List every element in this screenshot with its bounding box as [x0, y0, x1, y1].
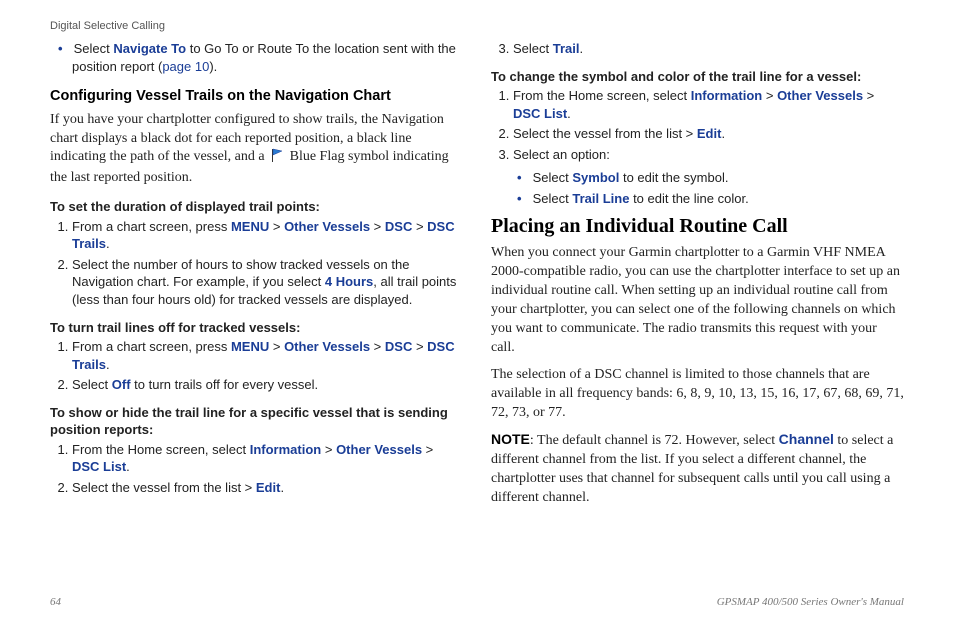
menu-link: MENU	[231, 219, 269, 234]
text: >	[370, 219, 385, 234]
edit-link: Edit	[256, 480, 281, 495]
task-title-show-hide: To show or hide the trail line for a spe…	[50, 404, 463, 439]
footer: 64 GPSMAP 400/500 Series Owner's Manual	[50, 596, 904, 608]
intro-paragraph: If you have your chartplotter configured…	[50, 111, 463, 189]
bullet-symbol: Select Symbol to edit the symbol.	[531, 169, 904, 187]
blue-flag-icon	[270, 148, 284, 169]
heading-config-trails: Configuring Vessel Trails on the Navigat…	[50, 87, 463, 107]
dsc-link: DSC	[385, 219, 412, 234]
step: From a chart screen, press MENU > Other …	[72, 218, 463, 253]
text: From the Home screen, select	[72, 442, 250, 457]
channel-link: Channel	[779, 431, 834, 447]
paragraph-routine-intro: When you connect your Garmin chartplotte…	[491, 244, 904, 357]
text: to turn trails off for every vessel.	[131, 377, 319, 392]
bullet-trail-line: Select Trail Line to edit the line color…	[531, 190, 904, 208]
off-link: Off	[112, 377, 131, 392]
menu-link: MENU	[231, 339, 269, 354]
text: From a chart screen, press	[72, 219, 231, 234]
text: >	[269, 339, 284, 354]
text: Select	[74, 41, 114, 56]
text: to edit the symbol.	[619, 170, 728, 185]
step: Select Trail.	[513, 40, 904, 58]
other-vessels-link: Other Vessels	[284, 219, 370, 234]
text: .	[106, 357, 110, 372]
columns: Select Navigate To to Go To or Route To …	[50, 38, 904, 592]
task-title-turn-off: To turn trail lines off for tracked vess…	[50, 319, 463, 337]
trail-link: Trail	[553, 41, 580, 56]
dsc-link: DSC	[385, 339, 412, 354]
section-header: Digital Selective Calling	[50, 20, 904, 32]
text: >	[412, 339, 427, 354]
text: From the Home screen, select	[513, 88, 691, 103]
step: Select an option:	[513, 146, 904, 164]
text: Select	[513, 41, 553, 56]
paragraph-channels: The selection of a DSC channel is limite…	[491, 366, 904, 423]
step: Select the vessel from the list > Edit.	[72, 479, 463, 497]
trail-line-link: Trail Line	[572, 191, 629, 206]
text: .	[721, 126, 725, 141]
dsc-list-link: DSC List	[72, 459, 126, 474]
manual-title: GPSMAP 400/500 Series Owner's Manual	[717, 596, 904, 608]
heading-routine-call: Placing an Individual Routine Call	[491, 213, 904, 240]
other-vessels-link: Other Vessels	[284, 339, 370, 354]
page: Digital Selective Calling Select Navigat…	[0, 0, 954, 618]
text: Select the vessel from the list >	[513, 126, 697, 141]
information-link: Information	[250, 442, 322, 457]
step: Select the vessel from the list > Edit.	[513, 125, 904, 143]
step: From the Home screen, select Information…	[513, 87, 904, 122]
left-column: Select Navigate To to Go To or Route To …	[50, 38, 463, 592]
text: .	[580, 41, 584, 56]
text: .	[126, 459, 130, 474]
text: >	[321, 442, 336, 457]
text: .	[106, 236, 110, 251]
text: >	[762, 88, 777, 103]
text: From a chart screen, press	[72, 339, 231, 354]
bullet-navigate-to: Select Navigate To to Go To or Route To …	[72, 40, 463, 75]
page-number: 64	[50, 596, 61, 608]
note-label: NOTE	[491, 431, 530, 447]
other-vessels-link: Other Vessels	[777, 88, 863, 103]
text: ).	[209, 59, 217, 74]
four-hours-link: 4 Hours	[325, 274, 373, 289]
right-column: Select Trail. To change the symbol and c…	[491, 38, 904, 592]
dsc-list-link: DSC List	[513, 106, 567, 121]
text: >	[863, 88, 874, 103]
text: Select	[533, 170, 573, 185]
text: Select	[533, 191, 573, 206]
information-link: Information	[691, 88, 763, 103]
step: From a chart screen, press MENU > Other …	[72, 338, 463, 373]
text: >	[412, 219, 427, 234]
page-ref-link[interactable]: page 10	[162, 59, 209, 74]
text: : The default channel is 72. However, se…	[530, 433, 779, 448]
text: to edit the line color.	[629, 191, 748, 206]
edit-link: Edit	[697, 126, 722, 141]
navigate-to-link: Navigate To	[113, 41, 186, 56]
symbol-link: Symbol	[572, 170, 619, 185]
text: Select the vessel from the list >	[72, 480, 256, 495]
step: Select Off to turn trails off for every …	[72, 376, 463, 394]
text: >	[269, 219, 284, 234]
text: Select	[72, 377, 112, 392]
step: From the Home screen, select Information…	[72, 441, 463, 476]
paragraph-note: NOTE: The default channel is 72. However…	[491, 430, 904, 508]
step: Select the number of hours to show track…	[72, 256, 463, 309]
text: >	[422, 442, 433, 457]
task-title-set-duration: To set the duration of displayed trail p…	[50, 198, 463, 216]
text: >	[370, 339, 385, 354]
other-vessels-link: Other Vessels	[336, 442, 422, 457]
task-title-change-symbol: To change the symbol and color of the tr…	[491, 68, 904, 86]
text: .	[280, 480, 284, 495]
text: .	[567, 106, 571, 121]
